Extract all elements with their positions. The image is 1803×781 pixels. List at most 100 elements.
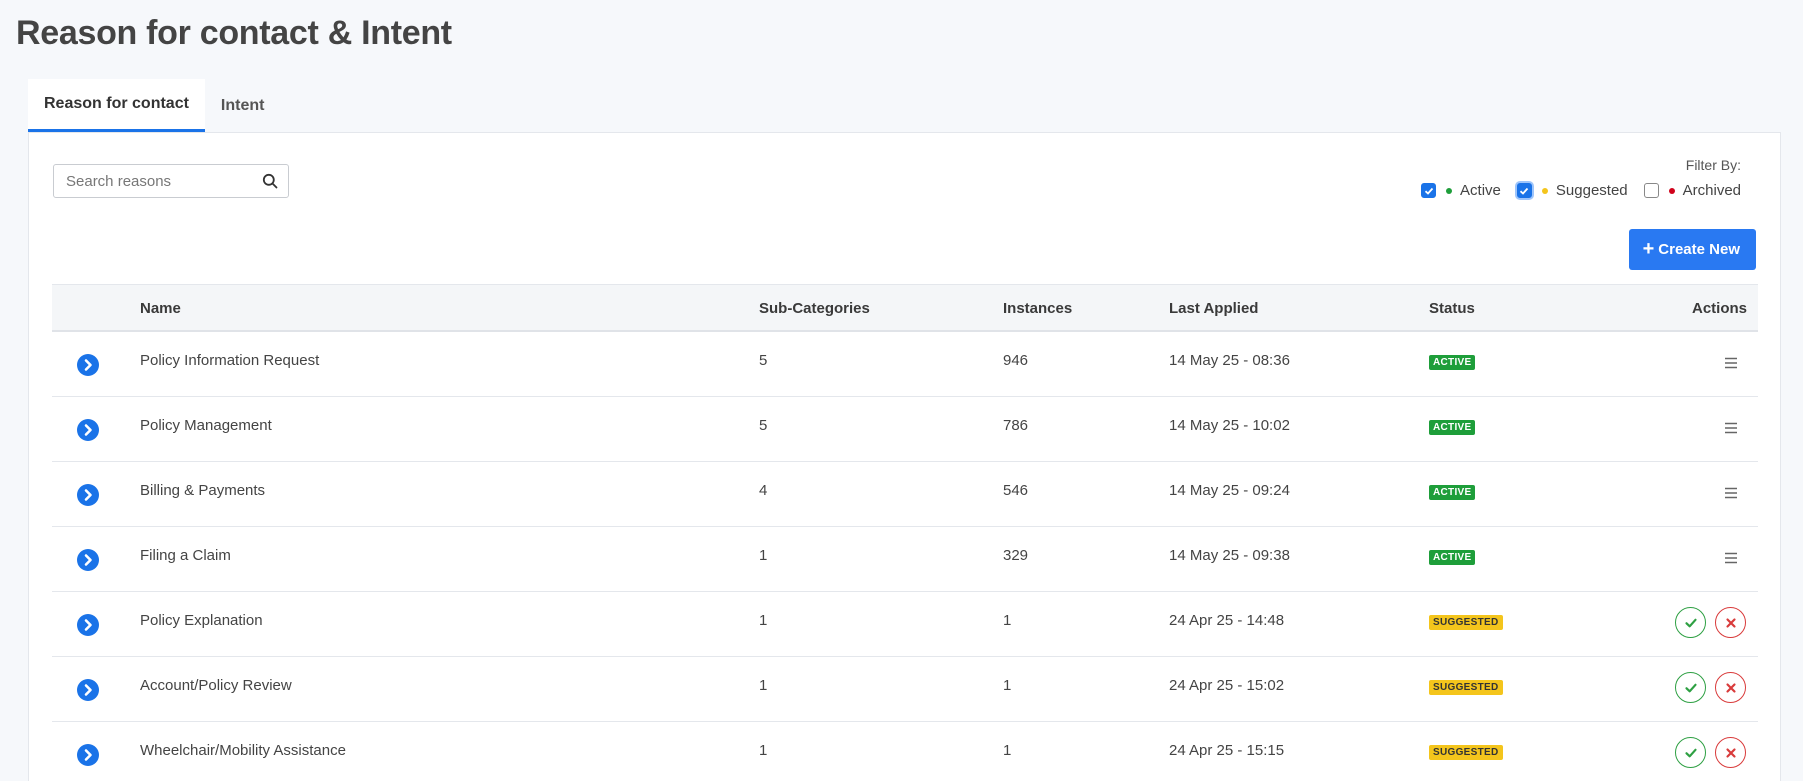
filter-archived-label: Archived xyxy=(1682,182,1741,199)
status-badge: SUGGESTED xyxy=(1429,680,1503,695)
row-name: Billing & Payments xyxy=(140,482,266,499)
row-last-applied: 24 Apr 25 - 15:02 xyxy=(1169,677,1285,694)
tab-intent[interactable]: Intent xyxy=(205,79,281,132)
table-row[interactable]: Account/Policy Review 1 1 24 Apr 25 - 15… xyxy=(52,657,1758,722)
chevron-right-circle-icon[interactable] xyxy=(77,484,99,506)
row-instances: 786 xyxy=(1003,417,1029,434)
chevron-right-circle-icon[interactable] xyxy=(77,549,99,571)
column-header-name[interactable]: Name xyxy=(140,300,181,317)
status-badge: ACTIVE xyxy=(1429,355,1476,370)
row-name: Policy Management xyxy=(140,417,272,434)
column-header-instances[interactable]: Instances xyxy=(1003,300,1072,317)
approve-button[interactable] xyxy=(1675,672,1706,703)
row-subcategories: 1 xyxy=(759,677,768,694)
hamburger-menu-icon[interactable] xyxy=(1724,356,1738,370)
table-header: Name Sub-Categories Instances Last Appli… xyxy=(52,284,1758,332)
approve-button[interactable] xyxy=(1675,737,1706,768)
status-badge: ACTIVE xyxy=(1429,485,1476,500)
row-instances: 329 xyxy=(1003,547,1029,564)
row-name: Filing a Claim xyxy=(140,547,231,564)
filter-active-checkbox[interactable] xyxy=(1421,183,1437,198)
row-instances: 1 xyxy=(1003,612,1012,629)
active-dot-icon xyxy=(1446,187,1453,194)
row-last-applied: 14 May 25 - 10:02 xyxy=(1169,417,1290,434)
table-body: Policy Information Request 5 946 14 May … xyxy=(52,332,1758,781)
row-subcategories: 4 xyxy=(759,482,768,499)
check-icon xyxy=(1520,187,1529,195)
reject-button[interactable] xyxy=(1715,607,1746,638)
reject-button[interactable] xyxy=(1715,737,1746,768)
filter-suggested-label: Suggested xyxy=(1555,182,1628,199)
tab-bar: Reason for contact Intent xyxy=(28,79,280,132)
page-title: Reason for contact & Intent xyxy=(16,14,452,52)
status-filters: Active Suggested Archived xyxy=(1405,182,1741,199)
filter-archived[interactable]: Archived xyxy=(1643,182,1741,199)
approve-button[interactable] xyxy=(1675,607,1706,638)
chevron-right-circle-icon[interactable] xyxy=(77,744,99,766)
reject-button[interactable] xyxy=(1715,672,1746,703)
row-last-applied: 14 May 25 - 09:38 xyxy=(1169,547,1290,564)
table-row[interactable]: Policy Information Request 5 946 14 May … xyxy=(52,332,1758,397)
filter-label: Filter By: xyxy=(1685,157,1741,173)
chevron-right-circle-icon[interactable] xyxy=(77,679,99,701)
check-icon xyxy=(1684,618,1697,627)
row-subcategories: 1 xyxy=(759,612,768,629)
filter-archived-checkbox[interactable] xyxy=(1643,183,1659,198)
filter-active[interactable]: Active xyxy=(1421,182,1501,199)
chevron-right-circle-icon[interactable] xyxy=(77,419,99,441)
hamburger-menu-icon[interactable] xyxy=(1724,486,1738,500)
row-name: Policy Explanation xyxy=(140,612,263,629)
row-subcategories: 1 xyxy=(759,547,768,564)
filter-suggested[interactable]: Suggested xyxy=(1516,182,1628,199)
row-last-applied: 24 Apr 25 - 15:15 xyxy=(1169,742,1285,759)
row-subcategories: 5 xyxy=(759,352,768,369)
hamburger-menu-icon[interactable] xyxy=(1724,551,1738,565)
content-panel: Filter By: Active Suggested Archived + C… xyxy=(28,132,1781,781)
status-badge: SUGGESTED xyxy=(1429,615,1503,630)
row-subcategories: 5 xyxy=(759,417,768,434)
status-badge: SUGGESTED xyxy=(1429,745,1503,760)
status-badge: ACTIVE xyxy=(1429,420,1476,435)
chevron-right-circle-icon[interactable] xyxy=(77,614,99,636)
check-icon xyxy=(1684,683,1697,692)
chevron-right-circle-icon[interactable] xyxy=(77,354,99,376)
table-row[interactable]: Policy Explanation 1 1 24 Apr 25 - 14:48… xyxy=(52,592,1758,657)
row-name: Wheelchair/Mobility Assistance xyxy=(140,742,346,759)
create-new-button[interactable]: + Create New xyxy=(1628,229,1756,270)
check-icon xyxy=(1424,187,1433,195)
column-header-last-applied[interactable]: Last Applied xyxy=(1169,300,1258,317)
close-icon xyxy=(1725,617,1736,628)
search-box xyxy=(53,164,289,198)
row-instances: 1 xyxy=(1003,742,1012,759)
row-instances: 946 xyxy=(1003,352,1029,369)
row-instances: 546 xyxy=(1003,482,1029,499)
row-last-applied: 24 Apr 25 - 14:48 xyxy=(1169,612,1285,629)
close-icon xyxy=(1725,747,1736,758)
close-icon xyxy=(1725,682,1736,693)
search-input[interactable] xyxy=(54,165,254,197)
tab-reason-for-contact[interactable]: Reason for contact xyxy=(28,79,205,132)
row-name: Policy Information Request xyxy=(140,352,320,369)
hamburger-menu-icon[interactable] xyxy=(1724,421,1738,435)
table-row[interactable]: Filing a Claim 1 329 14 May 25 - 09:38 A… xyxy=(52,527,1758,592)
column-header-subcategories[interactable]: Sub-Categories xyxy=(759,300,870,317)
table-row[interactable]: Wheelchair/Mobility Assistance 1 1 24 Ap… xyxy=(52,722,1758,781)
search-icon[interactable] xyxy=(262,173,278,189)
row-subcategories: 1 xyxy=(759,742,768,759)
reasons-table: Name Sub-Categories Instances Last Appli… xyxy=(52,284,1758,781)
table-row[interactable]: Billing & Payments 4 546 14 May 25 - 09:… xyxy=(52,462,1758,527)
row-instances: 1 xyxy=(1003,677,1012,694)
row-last-applied: 14 May 25 - 09:24 xyxy=(1169,482,1290,499)
row-name: Account/Policy Review xyxy=(140,677,292,694)
plus-icon: + xyxy=(1642,238,1655,260)
archived-dot-icon xyxy=(1668,187,1675,194)
column-header-status[interactable]: Status xyxy=(1429,300,1475,317)
filter-suggested-checkbox[interactable] xyxy=(1516,183,1532,198)
table-row[interactable]: Policy Management 5 786 14 May 25 - 10:0… xyxy=(52,397,1758,462)
status-badge: ACTIVE xyxy=(1429,550,1476,565)
suggested-dot-icon xyxy=(1541,187,1548,194)
create-new-label: Create New xyxy=(1658,241,1740,258)
column-header-actions: Actions xyxy=(1691,300,1747,317)
check-icon xyxy=(1684,748,1697,757)
filter-active-label: Active xyxy=(1460,182,1501,199)
